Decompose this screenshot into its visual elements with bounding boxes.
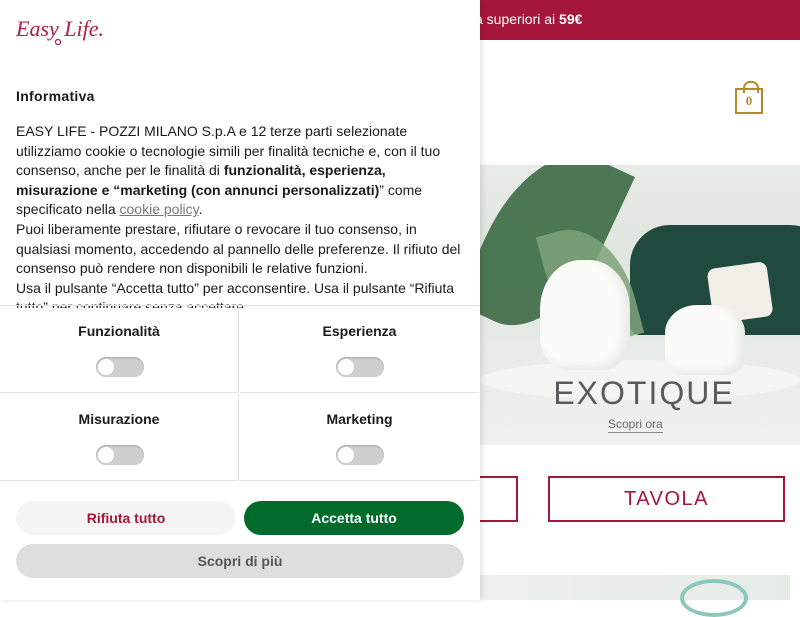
sugar-bowl-image [665,305,745,375]
cart-icon[interactable]: 0 [735,81,763,114]
category-marketing: Marketing [240,394,479,481]
accept-all-button[interactable]: Accetta tutto [244,501,464,535]
description-paragraph: EASY LIFE - POZZI MILANO S.p.A e 12 terz… [16,122,461,220]
logo-text: Easy Life. [16,16,104,41]
cart-count: 0 [745,93,753,108]
category-misurazione: Misurazione [0,394,239,481]
promo-text: a superiori ai 59€ [475,11,582,27]
marketing-toggle[interactable] [336,445,384,465]
promo-amount: 59€ [559,11,583,27]
category-label: Misurazione [78,411,160,427]
category-label: Esperienza [322,323,397,339]
esperienza-toggle[interactable] [336,357,384,377]
hero-title: EXOTIQUE [553,375,735,411]
funzionalita-toggle[interactable] [96,357,144,377]
consent-categories: Funzionalità Esperienza Misurazione Mark… [0,305,480,482]
category-esperienza: Esperienza [240,306,479,393]
reject-all-button[interactable]: Rifiuta tutto [16,501,236,535]
category-funzionalita: Funzionalità [0,306,239,393]
easy-life-logo: Easy Life. [16,16,104,46]
cookie-consent-panel: Easy Life. Informativa EASY LIFE - POZZI… [0,0,480,600]
hero-cta-link[interactable]: Scopri ora [608,417,663,433]
category-label: Funzionalità [78,323,160,339]
misurazione-toggle[interactable] [96,445,144,465]
panel-title: Informativa [16,88,95,104]
cookie-policy-link[interactable]: cookie policy [120,201,199,217]
hero-banner[interactable]: EXOTIQUE Scopri ora [480,165,800,445]
description-paragraph: Usa il pulsante “Accetta tutto” per acco… [16,279,455,308]
cup-image [680,579,748,617]
promo-text-main: a superiori ai [475,11,560,27]
product-image [480,575,790,617]
learn-more-button[interactable]: Scopri di più [16,544,464,578]
panel-description: EASY LIFE - POZZI MILANO S.p.A e 12 terz… [16,122,461,308]
teapot-image [540,260,630,370]
category-button-tavola[interactable]: TAVOLA [548,476,785,522]
description-text: . [198,201,203,218]
category-label: Marketing [326,411,393,427]
description-paragraph: Puoi liberamente prestare, rifiutare o r… [16,220,461,277]
